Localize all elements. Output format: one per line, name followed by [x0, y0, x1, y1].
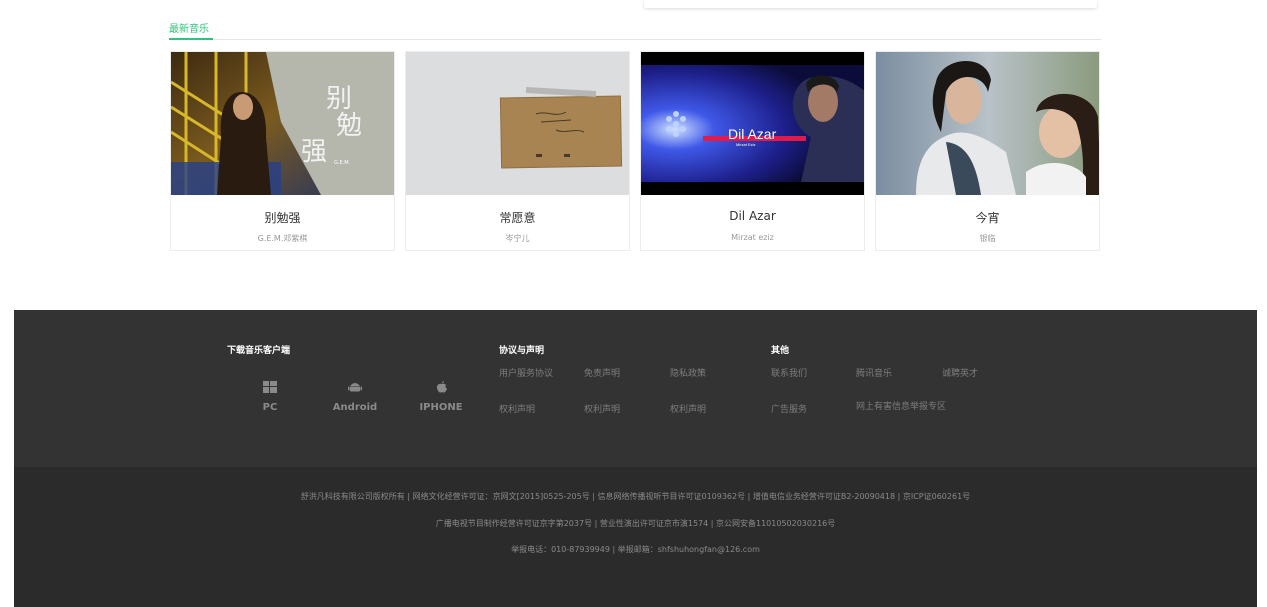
link-user-agreement[interactable]: 用户服务协议	[499, 366, 553, 379]
link-careers[interactable]: 诚聘英才	[942, 366, 978, 379]
album-cover[interactable]	[876, 52, 1099, 195]
copyright-line-2: 广播电视节目制作经营许可证京字第2037号 | 营业性演出许可证京市演1574 …	[435, 519, 836, 528]
song-artist[interactable]: 岑宁儿	[406, 233, 629, 244]
song-card[interactable]: 别 勉 强 G.E.M. 别勉强 G.E.M.邓紫棋	[170, 51, 395, 251]
song-artist[interactable]: G.E.M.邓紫棋	[171, 233, 394, 244]
svg-text:强: 强	[301, 137, 327, 167]
apple-icon[interactable]	[435, 378, 449, 393]
link-report-harmful-info[interactable]: 网上有害信息举报专区	[856, 402, 952, 412]
copyright-line-1: 舒洪凡科技有限公司版权所有 | 网络文化经营许可证：京网文[2015]0525-…	[300, 492, 971, 501]
section-divider	[169, 39, 1101, 40]
song-title[interactable]: 今宵	[876, 209, 1099, 226]
album-cover[interactable]: Dil Azar Mirzat Eziz	[641, 52, 864, 195]
section-title-underline	[169, 38, 213, 40]
windows-icon[interactable]	[263, 378, 277, 393]
album-cover[interactable]: 别 勉 强 G.E.M.	[171, 52, 394, 195]
download-label-android[interactable]: Android	[315, 402, 395, 413]
svg-text:G.E.M.: G.E.M.	[334, 160, 351, 166]
link-rights-statement[interactable]: 权利声明	[584, 402, 620, 415]
android-icon[interactable]	[348, 378, 362, 392]
song-card[interactable]: Dil Azar Mirzat Eziz Dil Azar Mirzat ezi…	[640, 51, 865, 251]
link-contact-us[interactable]: 联系我们	[771, 366, 807, 379]
song-card-grid: 别 勉 强 G.E.M. 别勉强 G.E.M.邓紫棋 常愿意 岑宁儿 Dil A…	[170, 51, 1101, 251]
copyright-line-3: 举报电话：010-87939949 | 举报邮箱：shfshuhongfan@1…	[511, 545, 760, 554]
svg-text:Mirzat Eziz: Mirzat Eziz	[736, 142, 756, 147]
footer-heading-agreement: 协议与声明	[499, 346, 545, 356]
link-privacy-policy[interactable]: 隐私政策	[670, 366, 706, 379]
song-title[interactable]: 别勉强	[171, 209, 394, 226]
link-rights-statement[interactable]: 权利声明	[670, 402, 706, 415]
cover-title-text: Dil Azar	[728, 126, 777, 142]
song-title[interactable]: Dil Azar	[641, 209, 864, 223]
song-title[interactable]: 常愿意	[406, 209, 629, 226]
download-label-pc[interactable]: PC	[230, 402, 310, 413]
song-card[interactable]: 今宵 银临	[875, 51, 1100, 251]
link-ad-services[interactable]: 广告服务	[771, 402, 807, 415]
song-artist[interactable]: Mirzat eziz	[641, 233, 864, 242]
album-cover[interactable]	[406, 52, 629, 195]
footer-heading-other: 其他	[771, 346, 790, 356]
section-title-latest-music: 最新音乐	[169, 24, 209, 35]
download-label-iphone[interactable]: IPHONE	[401, 402, 481, 413]
svg-text:别: 别	[326, 84, 352, 114]
top-panel-edge	[644, 0, 1097, 8]
song-card[interactable]: 常愿意 岑宁儿	[405, 51, 630, 251]
svg-text:勉: 勉	[336, 111, 362, 141]
link-rights-statement[interactable]: 权利声明	[499, 402, 535, 415]
footer-copyright-area	[14, 467, 1257, 607]
link-tencent-music[interactable]: 腾讯音乐	[856, 366, 892, 379]
song-artist[interactable]: 银临	[876, 233, 1099, 244]
link-disclaimer[interactable]: 免责声明	[584, 366, 620, 379]
footer-heading-download: 下载音乐客户端	[227, 346, 291, 356]
